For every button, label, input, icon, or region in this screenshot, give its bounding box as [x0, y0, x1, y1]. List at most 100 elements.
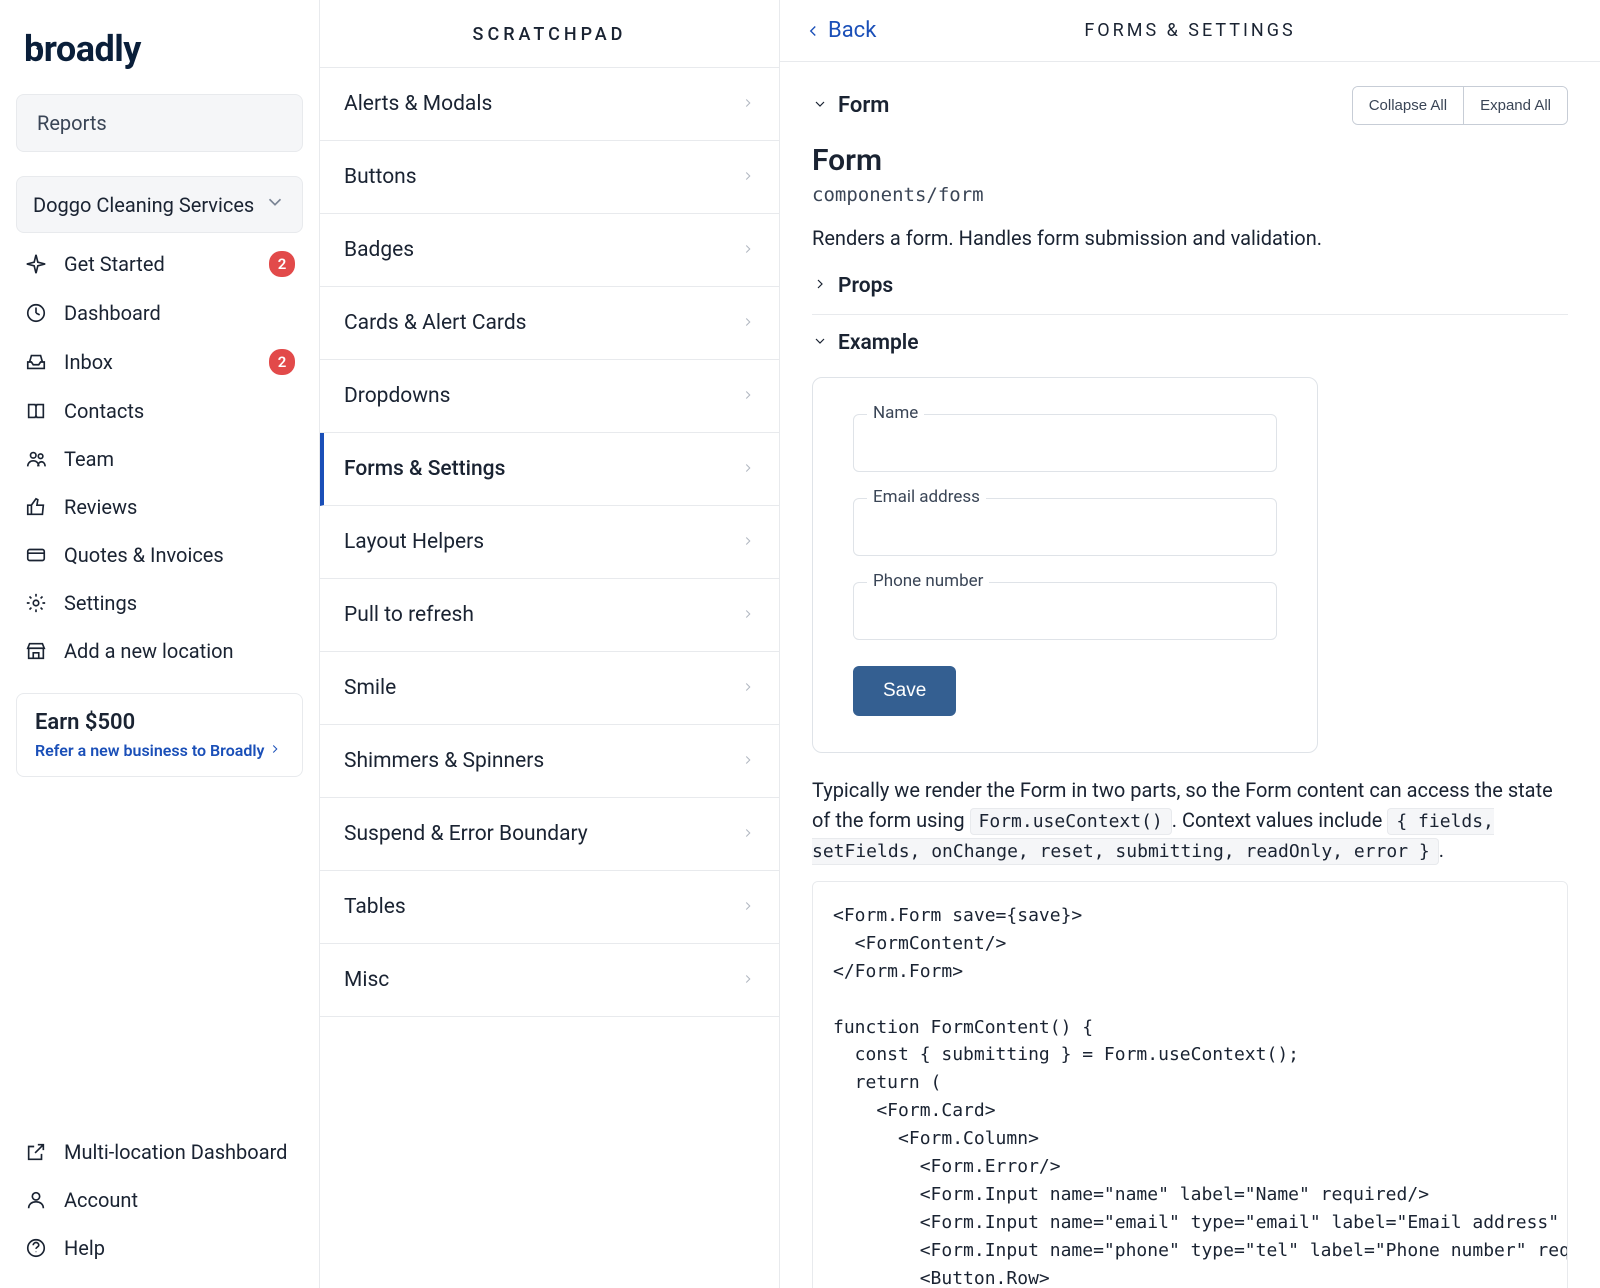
chevron-right-icon: [741, 386, 755, 407]
card-icon: [24, 543, 48, 567]
section-props-toggle[interactable]: Props: [812, 274, 1568, 298]
gear-icon: [24, 591, 48, 615]
referral-card: Earn $500 Refer a new business to Broadl…: [16, 693, 303, 777]
chevron-right-icon: [741, 167, 755, 188]
scratchpad-title: SCRATCHPAD: [320, 0, 779, 67]
store-icon: [24, 639, 48, 663]
field-email: Email address: [853, 498, 1277, 556]
save-button[interactable]: Save: [853, 666, 956, 716]
main-header: Back FORMS & SETTINGS: [780, 0, 1600, 62]
scratchpad-item[interactable]: Suspend & Error Boundary: [320, 798, 779, 871]
field-name: Name: [853, 414, 1277, 472]
badge: 2: [269, 251, 295, 277]
scratchpad-item[interactable]: Badges: [320, 214, 779, 287]
scratchpad-item[interactable]: Tables: [320, 871, 779, 944]
scratchpad-item-label: Buttons: [344, 165, 417, 189]
scratchpad-item-label: Smile: [344, 676, 396, 700]
scratchpad-item[interactable]: Buttons: [320, 141, 779, 214]
chevron-right-icon: [741, 824, 755, 845]
scratchpad-item[interactable]: Dropdowns: [320, 360, 779, 433]
sparkle-icon: [24, 252, 48, 276]
divider: [812, 314, 1568, 315]
section-form-toggle[interactable]: Form: [812, 93, 889, 118]
expand-collapse-group: Collapse All Expand All: [1352, 86, 1568, 125]
field-name-label: Name: [867, 403, 924, 423]
nav-inbox[interactable]: Inbox 2: [16, 337, 303, 387]
scratchpad-item-label: Shimmers & Spinners: [344, 749, 544, 773]
collapse-all-button[interactable]: Collapse All: [1353, 87, 1463, 124]
expand-all-button[interactable]: Expand All: [1463, 87, 1567, 124]
person-icon: [24, 1188, 48, 1212]
back-button[interactable]: Back: [804, 18, 876, 43]
scratchpad-item-label: Tables: [344, 895, 406, 919]
sidebar-left: broadly, Reports Doggo Cleaning Services…: [0, 0, 320, 1288]
reports-button[interactable]: Reports: [16, 94, 303, 152]
chevron-right-icon: [741, 970, 755, 991]
field-email-label: Email address: [867, 487, 986, 507]
nav-settings[interactable]: Settings: [16, 579, 303, 627]
nav-dashboard[interactable]: Dashboard: [16, 289, 303, 337]
thumbs-up-icon: [24, 495, 48, 519]
chevron-down-icon: [264, 191, 286, 218]
nav-get-started[interactable]: Get Started 2: [16, 239, 303, 289]
scratchpad-item[interactable]: Forms & Settings: [320, 433, 779, 506]
scratchpad-item-label: Dropdowns: [344, 384, 451, 408]
chevron-right-icon: [741, 678, 755, 699]
scratchpad-item[interactable]: Smile: [320, 652, 779, 725]
business-name: Doggo Cleaning Services: [33, 193, 254, 217]
scratchpad-item[interactable]: Shimmers & Spinners: [320, 725, 779, 798]
nav-quotes[interactable]: Quotes & Invoices: [16, 531, 303, 579]
scratchpad-list: Alerts & Modals Buttons Badges Cards & Aler…: [320, 67, 779, 1017]
scratchpad-item[interactable]: Pull to refresh: [320, 579, 779, 652]
example-card: Name Email address Phone number Save: [812, 377, 1318, 753]
scratchpad-panel: SCRATCHPAD Alerts & Modals Buttons Badges C…: [320, 0, 780, 1288]
code-block: <Form.Form save={save}> <FormContent/> <…: [812, 881, 1568, 1288]
scratchpad-item-label: Cards & Alert Cards: [344, 311, 527, 335]
main-title: FORMS & SETTINGS: [1084, 20, 1295, 41]
scratchpad-item[interactable]: Layout Helpers: [320, 506, 779, 579]
nav-list: Get Started 2 Dashboard Inbox 2 Contacts…: [16, 239, 303, 675]
chevron-right-icon: [741, 313, 755, 334]
scratchpad-item[interactable]: Alerts & Modals: [320, 68, 779, 141]
chevron-down-icon: [812, 93, 828, 118]
scratchpad-item-label: Misc: [344, 968, 389, 992]
nav-add-location[interactable]: Add a new location: [16, 627, 303, 675]
main-panel: Back FORMS & SETTINGS Form Collapse All …: [780, 0, 1600, 1288]
chevron-right-icon: [741, 605, 755, 626]
dashboard-icon: [24, 301, 48, 325]
chevron-right-icon: [741, 94, 755, 115]
business-selector[interactable]: Doggo Cleaning Services: [16, 176, 303, 233]
footer-account[interactable]: Account: [16, 1176, 303, 1224]
scratchpad-item[interactable]: Cards & Alert Cards: [320, 287, 779, 360]
component-desc: Renders a form. Handles form submission …: [812, 226, 1568, 250]
chevron-right-icon: [741, 751, 755, 772]
badge: 2: [269, 349, 295, 375]
example-prose: Typically we render the Form in two part…: [812, 775, 1568, 865]
scratchpad-item-label: Pull to refresh: [344, 603, 474, 627]
scratchpad-item-label: Alerts & Modals: [344, 92, 492, 116]
field-phone: Phone number: [853, 582, 1277, 640]
scratchpad-item-label: Layout Helpers: [344, 530, 484, 554]
team-icon: [24, 447, 48, 471]
nav-team[interactable]: Team: [16, 435, 303, 483]
nav-contacts[interactable]: Contacts: [16, 387, 303, 435]
scratchpad-item-label: Badges: [344, 238, 414, 262]
chevron-down-icon: [812, 331, 828, 355]
footer-multi-location[interactable]: Multi-location Dashboard: [16, 1128, 303, 1176]
chevron-right-icon: [741, 897, 755, 918]
field-phone-label: Phone number: [867, 571, 989, 591]
chevron-right-icon: [812, 274, 828, 298]
help-icon: [24, 1236, 48, 1260]
external-link-icon: [24, 1140, 48, 1164]
book-icon: [24, 399, 48, 423]
footer-help[interactable]: Help: [16, 1224, 303, 1272]
referral-title: Earn $500: [35, 710, 284, 735]
scratchpad-item[interactable]: Misc: [320, 944, 779, 1017]
referral-link[interactable]: Refer a new business to Broadly: [35, 741, 284, 760]
section-example-toggle[interactable]: Example: [812, 331, 1568, 355]
nav-reviews[interactable]: Reviews: [16, 483, 303, 531]
chevron-right-icon: [741, 532, 755, 553]
inbox-icon: [24, 350, 48, 374]
component-path: components/form: [812, 184, 1568, 206]
scratchpad-item-label: Suspend & Error Boundary: [344, 822, 588, 846]
